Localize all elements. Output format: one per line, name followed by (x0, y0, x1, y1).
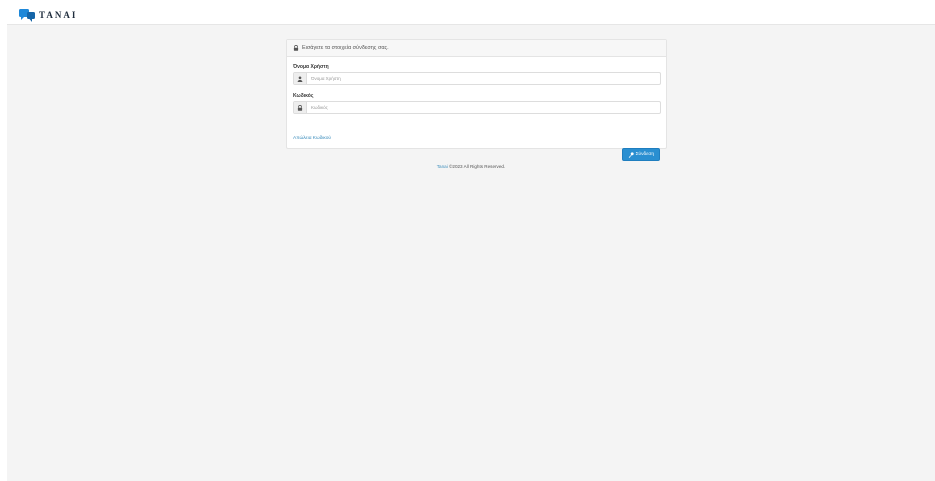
login-heading-text: Εισάγετε τα στοιχεία σύνδεσης σας. (302, 45, 389, 51)
key-icon (628, 151, 634, 158)
footer: Tanai ©2023 All Rights Reserved. (7, 164, 935, 169)
forgot-password-link[interactable]: Απώλεια Κωδικού (293, 136, 331, 141)
top-bar: TANAI (0, 0, 935, 24)
username-input-group (293, 72, 661, 85)
logo-text: TANAI (39, 10, 78, 20)
main-area: Εισάγετε τα στοιχεία σύνδεσης σας. Όνομα… (7, 24, 935, 481)
footer-brand-link[interactable]: Tanai (437, 164, 448, 169)
user-icon (294, 73, 307, 84)
lock-icon (294, 102, 307, 113)
username-label: Όνομα Χρήστη (293, 64, 329, 70)
login-button-label: Σύνδεση (635, 152, 654, 157)
password-input[interactable] (307, 102, 660, 113)
login-panel-heading: Εισάγετε τα στοιχεία σύνδεσης σας. (287, 40, 666, 57)
lock-icon (293, 45, 299, 51)
password-input-group (293, 101, 661, 114)
chat-bubbles-icon (19, 8, 35, 22)
login-panel: Εισάγετε τα στοιχεία σύνδεσης σας. Όνομα… (286, 39, 667, 161)
app-logo[interactable]: TANAI (19, 8, 77, 22)
login-button[interactable]: Σύνδεση (621, 148, 660, 161)
username-input[interactable] (307, 73, 660, 84)
footer-copyright: ©2023 All Rights Reserved. (449, 164, 506, 169)
password-label: Κωδικός (293, 93, 314, 99)
